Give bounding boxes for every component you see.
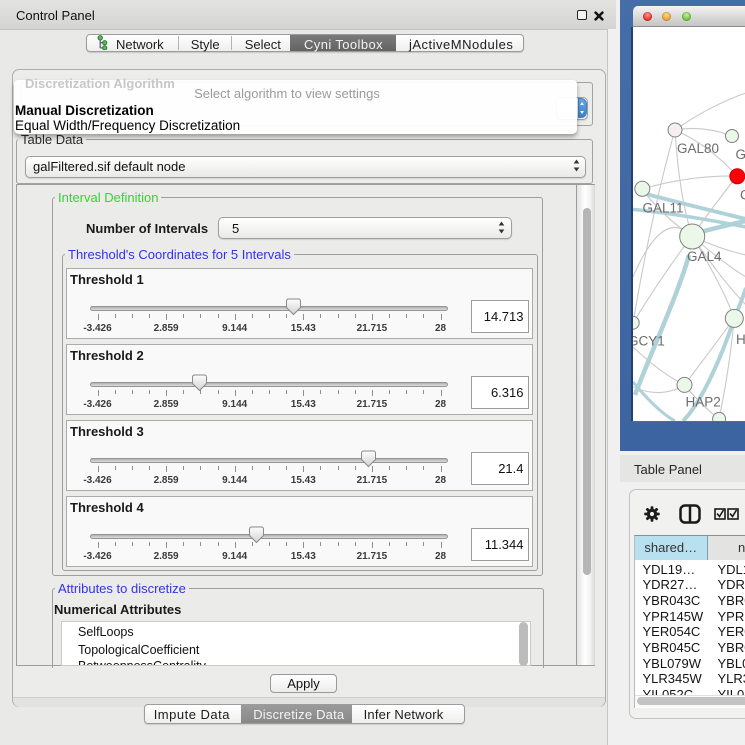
- svg-text:GAL11: GAL11: [642, 201, 683, 216]
- svg-text:C: C: [740, 188, 745, 203]
- svg-text:H: H: [736, 332, 745, 347]
- svg-text:GAL80: GAL80: [677, 141, 719, 156]
- svg-text:GAL4: GAL4: [687, 249, 722, 264]
- svg-text:HAP2: HAP2: [685, 395, 720, 410]
- svg-text:G: G: [735, 147, 745, 162]
- svg-text:GCY1: GCY1: [633, 334, 665, 349]
